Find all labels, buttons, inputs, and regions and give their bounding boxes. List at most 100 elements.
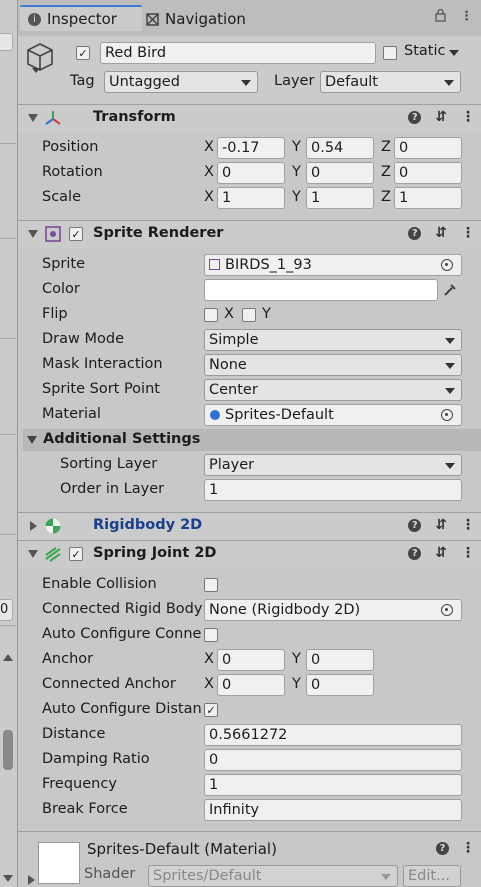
- sprite-field[interactable]: BIRDS_1_93: [204, 254, 462, 276]
- color-swatch[interactable]: [204, 279, 438, 301]
- spring-joint-2d-header[interactable]: ✓ Spring Joint 2D ? ⇵ ⋮: [18, 540, 481, 568]
- connected-anchor-y-field[interactable]: 0: [306, 674, 374, 696]
- connected-rigid-body-field[interactable]: None (Rigidbody 2D): [204, 599, 462, 621]
- break-force-field[interactable]: Infinity: [204, 799, 462, 821]
- distance-field[interactable]: 0.5661272: [204, 724, 462, 746]
- transform-header[interactable]: Transform ? ⇵ ⋮: [18, 104, 481, 132]
- position-z-field[interactable]: 0: [394, 137, 462, 159]
- collapse-icon[interactable]: [28, 230, 38, 238]
- position-y-field[interactable]: 0.54: [306, 137, 374, 159]
- spring-joint-enabled-checkbox[interactable]: ✓: [69, 547, 83, 561]
- object-picker-icon[interactable]: [441, 604, 453, 616]
- inspector-content: ✓ Red Bird Static Tag Untagged Layer Def…: [18, 36, 481, 887]
- rigidbody-2d-header[interactable]: Rigidbody 2D ? ⇵ ⋮: [18, 512, 481, 540]
- static-dropdown-icon[interactable]: [449, 50, 459, 56]
- sprite-sort-point-dropdown[interactable]: Center: [204, 379, 462, 401]
- static-label: Static: [404, 43, 446, 59]
- presets-icon[interactable]: ⇵: [435, 517, 447, 533]
- anchor-x-field[interactable]: 0: [217, 649, 285, 671]
- layer-dropdown[interactable]: Default: [320, 71, 461, 93]
- presets-icon[interactable]: ⇵: [435, 109, 447, 125]
- help-icon[interactable]: ?: [408, 227, 422, 240]
- additional-settings-header[interactable]: Additional Settings: [23, 429, 481, 451]
- tag-label: Tag: [70, 73, 95, 89]
- anchor-y-field[interactable]: 0: [306, 649, 374, 671]
- lock-icon[interactable]: [435, 9, 446, 22]
- left-field[interactable]: [0, 33, 13, 51]
- collapse-icon[interactable]: [28, 550, 38, 558]
- auto-configure-connected-checkbox[interactable]: [204, 628, 218, 642]
- material-field[interactable]: Sprites-Default: [204, 404, 462, 426]
- expand-icon[interactable]: [30, 521, 37, 531]
- mask-interaction-value: None: [209, 357, 247, 373]
- kebab-menu-icon[interactable]: ⋮: [461, 840, 475, 856]
- object-name-field[interactable]: Red Bird: [100, 42, 376, 64]
- position-x-label: X: [204, 139, 214, 155]
- sprite-sort-point-value: Center: [209, 382, 258, 398]
- rotation-z-label: Z: [381, 164, 391, 180]
- kebab-menu-icon[interactable]: ⋮: [461, 109, 475, 125]
- tab-navigation[interactable]: Navigation: [146, 7, 246, 31]
- enable-collision-checkbox[interactable]: [204, 578, 218, 592]
- scroll-down-icon[interactable]: [3, 875, 13, 882]
- sprite-renderer-header[interactable]: ✓ Sprite Renderer ? ⇵ ⋮: [18, 220, 481, 248]
- edit-shader-button[interactable]: Edit...: [403, 865, 461, 887]
- distance-label: Distance: [42, 726, 106, 742]
- collapse-icon[interactable]: [28, 114, 38, 122]
- static-checkbox[interactable]: [383, 46, 397, 60]
- active-checkbox[interactable]: ✓: [76, 46, 90, 60]
- position-x-field[interactable]: -0.17: [217, 137, 285, 159]
- scale-z-label: Z: [381, 189, 391, 205]
- scale-z-field[interactable]: 1: [394, 187, 462, 209]
- help-icon[interactable]: ?: [408, 111, 422, 124]
- kebab-menu-icon[interactable]: ⋮: [461, 225, 475, 241]
- eyedropper-icon[interactable]: [442, 282, 458, 298]
- object-picker-icon[interactable]: [441, 409, 453, 421]
- auto-configure-distance-checkbox[interactable]: ✓: [204, 703, 218, 717]
- rotation-y-field[interactable]: 0: [306, 162, 374, 184]
- kebab-menu-icon[interactable]: ⋮: [460, 9, 473, 24]
- connected-anchor-x-field[interactable]: 0: [217, 674, 285, 696]
- collapse-icon[interactable]: [27, 436, 37, 444]
- tag-dropdown[interactable]: Untagged: [104, 71, 258, 93]
- presets-icon[interactable]: ⇵: [435, 225, 447, 241]
- draw-mode-dropdown[interactable]: Simple: [204, 329, 462, 351]
- scale-y-field[interactable]: 1: [306, 187, 374, 209]
- scrollbar-thumb[interactable]: [3, 730, 13, 770]
- shader-dropdown[interactable]: Sprites/Default: [148, 865, 398, 887]
- kebab-menu-icon[interactable]: ⋮: [461, 517, 475, 533]
- flip-y-label: Y: [262, 306, 271, 322]
- inspector-panel: i Inspector Navigation ⋮ ✓ Red Bird Stat…: [18, 0, 481, 887]
- damping-ratio-field[interactable]: 0: [204, 749, 462, 771]
- mask-interaction-dropdown[interactable]: None: [204, 354, 462, 376]
- expand-icon[interactable]: [28, 875, 35, 885]
- tab-inspector-label: Inspector: [47, 10, 117, 28]
- gameobject-cube-icon: [27, 43, 53, 71]
- scroll-up-icon[interactable]: [3, 654, 13, 661]
- sprite-renderer-enabled-checkbox[interactable]: ✓: [69, 227, 83, 241]
- flip-x-checkbox[interactable]: [204, 308, 218, 322]
- sorting-layer-value: Player: [209, 457, 255, 473]
- sprite-renderer-title: Sprite Renderer: [93, 225, 224, 241]
- kebab-menu-icon[interactable]: ⋮: [461, 545, 475, 561]
- break-force-label: Break Force: [42, 801, 128, 817]
- sprite-renderer-icon: [45, 226, 61, 242]
- icon-dropdown-icon[interactable]: [32, 68, 40, 73]
- help-icon[interactable]: ?: [408, 519, 422, 532]
- connected-rigid-body-label: Connected Rigid Body: [42, 601, 203, 617]
- connected-anchor-y-label: Y: [292, 676, 301, 692]
- object-picker-icon[interactable]: [441, 259, 453, 271]
- scale-x-field[interactable]: 1: [217, 187, 285, 209]
- help-icon[interactable]: ?: [436, 842, 449, 855]
- help-icon[interactable]: ?: [408, 547, 422, 560]
- sorting-layer-dropdown[interactable]: Player: [204, 454, 462, 476]
- order-in-layer-field[interactable]: 1: [204, 479, 462, 501]
- flip-y-checkbox[interactable]: [242, 308, 256, 322]
- frequency-field[interactable]: 1: [204, 774, 462, 796]
- rotation-z-field[interactable]: 0: [394, 162, 462, 184]
- sprite-asset-icon: [209, 259, 220, 270]
- tab-inspector[interactable]: i Inspector: [20, 5, 142, 31]
- rotation-x-field[interactable]: 0: [217, 162, 285, 184]
- spring-joint-icon: [45, 547, 61, 562]
- presets-icon[interactable]: ⇵: [435, 545, 447, 561]
